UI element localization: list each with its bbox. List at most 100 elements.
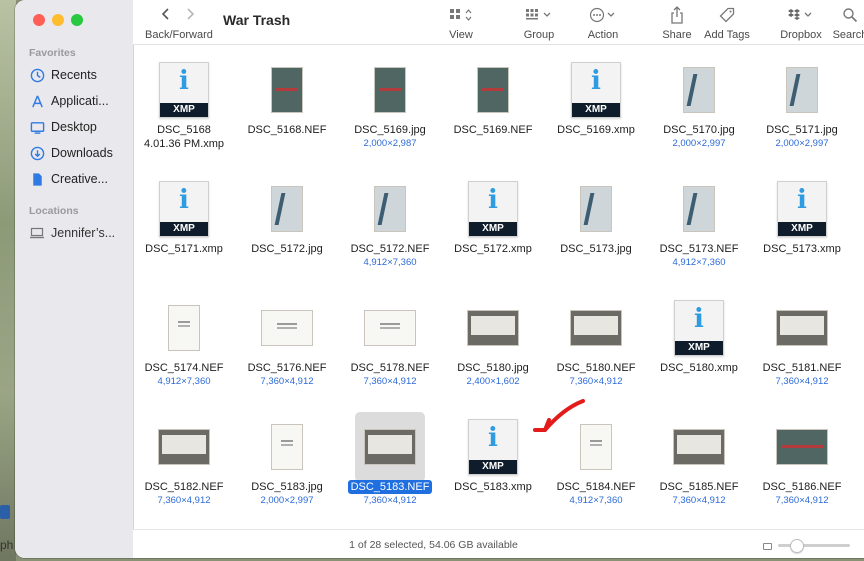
- photo-preview: [364, 429, 416, 465]
- info-glyph: i: [694, 304, 704, 334]
- file-dimensions: 7,360×4,912: [569, 376, 623, 387]
- sidebar-item-creative[interactable]: Creative...: [29, 169, 129, 189]
- photo-preview: [683, 67, 715, 113]
- image-thumbnail: [359, 59, 421, 121]
- finder-window: Favorites Recents Applicati... Desktop D…: [15, 0, 864, 558]
- sidebar-item-applications[interactable]: Applicati...: [29, 91, 129, 111]
- xmp-file-icon: i XMP: [668, 297, 730, 359]
- photo-preview: [261, 310, 313, 346]
- document-icon: [29, 171, 45, 187]
- image-thumbnail: [153, 416, 215, 478]
- image-thumbnail: [256, 59, 318, 121]
- back-forward-label: Back/Forward: [145, 29, 213, 41]
- file-grid: i XMP DSC_5168 4.01.36 PM.xmp DSC_5168.NEF DS…: [133, 45, 864, 529]
- share-icon: [660, 6, 694, 24]
- image-thumbnail: [153, 297, 215, 359]
- file-dimensions: 2,400×1,602: [466, 376, 520, 387]
- xmp-badge: XMP: [469, 460, 517, 474]
- file-name: DSC_5173.xmp: [763, 243, 841, 255]
- file-name: DSC_5183.jpg: [251, 481, 323, 493]
- file-dimensions: 2,000×2,997: [672, 138, 726, 149]
- applications-icon: [29, 93, 45, 109]
- file-dimensions: 7,360×4,912: [157, 495, 211, 506]
- desktop-icon: [29, 119, 45, 135]
- add-tags-button[interactable]: Add Tags: [703, 6, 751, 41]
- image-thumbnail: [771, 59, 833, 121]
- photo-preview: [271, 67, 303, 113]
- status-text: 1 of 28 selected, 54.06 GB available: [349, 539, 518, 551]
- photo-preview: [467, 310, 519, 346]
- dropbox-label: Dropbox: [780, 29, 822, 41]
- photo-preview: [158, 429, 210, 465]
- status-bar: 1 of 28 selected, 54.06 GB available: [133, 529, 864, 558]
- view-button[interactable]: View: [445, 6, 477, 41]
- file-dimensions: 2,000×2,987: [363, 138, 417, 149]
- file-dimensions: 4,912×7,360: [569, 495, 623, 506]
- file-dimensions: 7,360×4,912: [775, 376, 829, 387]
- sidebar-item-label: Downloads: [51, 146, 113, 160]
- image-thumbnail: [256, 297, 318, 359]
- zoom-button[interactable]: [71, 14, 83, 26]
- desktop-file-icon[interactable]: [0, 505, 10, 519]
- favorites-header: Favorites: [29, 47, 76, 59]
- group-grid-icon: [519, 6, 559, 24]
- image-thumbnail: [668, 416, 730, 478]
- file-name: DSC_5168: [157, 124, 211, 136]
- file-name: DSC_5186.NEF: [762, 481, 842, 493]
- icon-grid-icon: [445, 6, 477, 24]
- toolbar: Back/Forward War Trash View Group Action: [133, 0, 864, 45]
- sidebar: Favorites Recents Applicati... Desktop D…: [15, 0, 134, 558]
- sidebar-item-recents[interactable]: Recents: [29, 65, 129, 85]
- minimize-button[interactable]: [52, 14, 64, 26]
- add-tags-label: Add Tags: [704, 29, 750, 41]
- sidebar-item-label: Creative...: [51, 172, 108, 186]
- file-name: DSC_5180.NEF: [556, 362, 636, 374]
- icon-size-slider[interactable]: [778, 539, 850, 553]
- share-button[interactable]: Share: [660, 6, 694, 41]
- close-button[interactable]: [33, 14, 45, 26]
- locations-header: Locations: [29, 205, 79, 217]
- sidebar-item-desktop[interactable]: Desktop: [29, 117, 129, 137]
- file-dimensions: 4,912×7,360: [157, 376, 211, 387]
- chevron-right-icon[interactable]: [185, 7, 195, 24]
- file-name: DSC_5183.NEF: [339, 480, 441, 494]
- action-label: Action: [587, 29, 619, 41]
- action-button[interactable]: Action: [585, 6, 621, 41]
- annotation-arrow: [533, 399, 585, 432]
- sidebar-item-macbook[interactable]: Jennifer’s...: [29, 223, 129, 243]
- file-name: DSC_5180.xmp: [660, 362, 738, 374]
- file-name: DSC_5184.NEF: [556, 481, 636, 493]
- image-thumbnail: [565, 178, 627, 240]
- file-name: DSC_5176.NEF: [247, 362, 327, 374]
- chevron-left-icon[interactable]: [161, 7, 171, 24]
- dropbox-button[interactable]: Dropbox: [779, 6, 823, 41]
- sidebar-item-downloads[interactable]: Downloads: [29, 143, 129, 163]
- file-name: DSC_5169.NEF: [453, 124, 533, 136]
- back-forward-control[interactable]: Back/Forward: [145, 6, 215, 41]
- file-name: DSC_5174.NEF: [144, 362, 224, 374]
- image-thumbnail: [256, 416, 318, 478]
- file-name: DSC_5171.xmp: [145, 243, 223, 255]
- file-name: DSC_5181.NEF: [762, 362, 842, 374]
- file-name-line2: 4.01.36 PM.xmp: [143, 138, 225, 150]
- file-dimensions: 7,360×4,912: [363, 376, 417, 387]
- ellipsis-circle-icon: [585, 6, 621, 24]
- file-name: DSC_5172.xmp: [454, 243, 532, 255]
- file-name: DSC_5172.jpg: [251, 243, 323, 255]
- file-name: DSC_5180.jpg: [457, 362, 529, 374]
- file-name: DSC_5172.NEF: [350, 243, 430, 255]
- photo-preview: [776, 429, 828, 465]
- xmp-file-icon: i XMP: [771, 178, 833, 240]
- file-name: DSC_5178.NEF: [350, 362, 430, 374]
- info-glyph: i: [488, 185, 498, 215]
- file-dimensions: 2,000×2,997: [775, 138, 829, 149]
- file-name: DSC_5185.NEF: [659, 481, 739, 493]
- sidebar-item-label: Recents: [51, 68, 97, 82]
- photo-preview: [776, 310, 828, 346]
- search-button[interactable]: Search: [831, 6, 864, 41]
- window-title: War Trash: [223, 12, 291, 28]
- file-dimensions: 7,360×4,912: [260, 376, 314, 387]
- group-button[interactable]: Group: [519, 6, 559, 41]
- icon-size-slider-knob[interactable]: [790, 539, 804, 553]
- desktop-background: [0, 0, 16, 561]
